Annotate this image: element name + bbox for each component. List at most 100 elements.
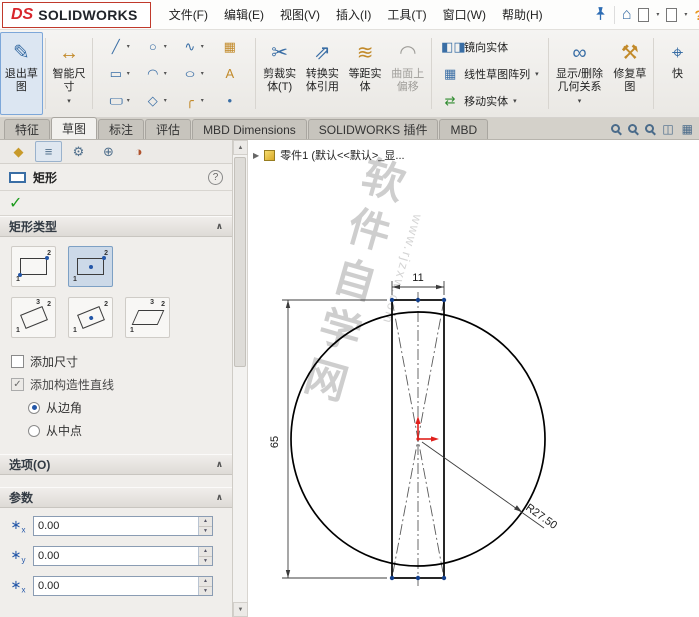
zoom-fit-icon[interactable]: [611, 124, 621, 133]
tab-mbd[interactable]: MBD: [439, 119, 489, 139]
open-document-icon[interactable]: [666, 7, 678, 22]
new-document-icon[interactable]: [638, 7, 650, 22]
add-construction-lines-checkbox[interactable]: ✓ 添加构造性直线: [0, 373, 232, 396]
dropdown-caret-icon[interactable]: ▾: [127, 97, 130, 104]
configuration-manager-tab[interactable]: ⚙: [65, 141, 92, 162]
menu-insert[interactable]: 插入(I): [328, 1, 379, 28]
spinner-control[interactable]: ▲ ▼: [198, 517, 212, 535]
sketch-point[interactable]: [441, 575, 447, 581]
smart-dimension-button[interactable]: ↔ 智能尺寸 ▾: [48, 32, 91, 115]
home-icon[interactable]: ⌂: [622, 6, 632, 23]
dropdown-caret-icon[interactable]: ▾: [127, 43, 130, 50]
spin-down-icon[interactable]: ▼: [199, 585, 212, 595]
width-dimension-text[interactable]: 11: [412, 272, 423, 284]
linear-sketch-pattern-button[interactable]: ▦ 线性草图阵列 ▾: [441, 62, 539, 85]
x2-coordinate-input[interactable]: ▲▼: [33, 576, 213, 596]
help-search-icon[interactable]: ?: [694, 7, 699, 23]
sketch-point[interactable]: [389, 575, 395, 581]
display-manager-tab[interactable]: ◑: [125, 141, 152, 162]
dropdown-caret-icon[interactable]: ▾: [578, 97, 582, 105]
height-dimension-text[interactable]: 65: [269, 436, 281, 448]
menu-tools[interactable]: 工具(T): [379, 1, 434, 28]
dropdown-caret-icon[interactable]: ▾: [164, 70, 167, 77]
fillet-tool-button[interactable]: ╭ ▾: [174, 87, 211, 114]
spin-up-icon[interactable]: ▲: [199, 577, 212, 586]
three-point-corner-rectangle-button[interactable]: 1 2 3: [11, 297, 56, 338]
tab-solidworks-addins[interactable]: SOLIDWORKS 插件: [307, 119, 439, 139]
rectangle-tool-button[interactable]: ▭ ▾: [100, 60, 137, 87]
checkbox-box[interactable]: ✓: [11, 378, 24, 391]
sketch-point[interactable]: [415, 575, 421, 581]
slot-tool-button[interactable]: ▢ ▾: [100, 87, 137, 114]
tab-sketch[interactable]: 草图: [51, 117, 98, 139]
arc-tool-button[interactable]: ◠ ▾: [137, 60, 174, 87]
menu-window[interactable]: 窗口(W): [435, 1, 494, 28]
new-document-dropdown-icon[interactable]: ▾: [656, 11, 659, 18]
spin-down-icon[interactable]: ▼: [199, 525, 212, 535]
center-rectangle-button[interactable]: 1 2: [68, 246, 113, 287]
add-dimensions-checkbox[interactable]: 添加尺寸: [0, 350, 232, 373]
y-coordinate-input[interactable]: ▲▼: [33, 546, 213, 566]
dropdown-caret-icon[interactable]: ▾: [535, 70, 539, 78]
dropdown-caret-icon[interactable]: ▾: [164, 97, 167, 104]
ellipse-tool-button[interactable]: ○ ▾: [174, 60, 211, 87]
help-icon[interactable]: ?: [208, 169, 223, 185]
dropdown-caret-icon[interactable]: ▾: [164, 43, 167, 50]
property-manager-tab[interactable]: ≡: [35, 141, 62, 162]
feature-manager-tab[interactable]: ◆: [5, 141, 32, 162]
circle-tool-button[interactable]: ○ ▾: [137, 33, 174, 60]
repair-sketch-button[interactable]: ⚒ 修复草图: [609, 32, 652, 115]
quick-snaps-button[interactable]: ⌖ 快: [656, 32, 699, 115]
display-style-icon[interactable]: ▦: [682, 122, 693, 136]
section-parameters[interactable]: 参数 ∧: [0, 487, 232, 508]
scrollbar-thumb[interactable]: [234, 157, 246, 367]
exit-sketch-button[interactable]: ✎ 退出草图: [0, 32, 43, 115]
open-document-dropdown-icon[interactable]: ▾: [684, 11, 687, 18]
surface-offset-button[interactable]: ◠ 曲面上偏移: [386, 32, 429, 115]
radio-button[interactable]: [28, 401, 40, 414]
menu-edit[interactable]: 编辑(E): [216, 1, 272, 28]
polygon-tool-button[interactable]: ◇ ▾: [137, 87, 174, 114]
dropdown-caret-icon[interactable]: ▾: [201, 43, 204, 50]
tab-evaluate[interactable]: 评估: [145, 119, 192, 139]
sketch-drawing[interactable]: 11 65 R27.50: [248, 140, 699, 617]
tab-annotation[interactable]: 标注: [98, 119, 145, 139]
graphics-area[interactable]: ▶ 零件1 (默认<<默认>_显... 软件自学网 www.rjzxw.com: [248, 140, 699, 617]
collapse-chevron-icon[interactable]: ∧: [216, 459, 223, 470]
panel-scrollbar[interactable]: ▲ ▼: [233, 140, 248, 617]
radio-button[interactable]: [28, 424, 40, 437]
spline-tool-button[interactable]: ∿ ▾: [174, 33, 211, 60]
sketch-pattern-tool-button[interactable]: ▦: [211, 33, 248, 60]
smart-dimension-dropdown-icon[interactable]: ▾: [67, 97, 71, 105]
menu-view[interactable]: 视图(V): [272, 1, 328, 28]
sketch-point[interactable]: [415, 297, 421, 303]
spin-down-icon[interactable]: ▼: [199, 555, 212, 565]
previous-view-icon[interactable]: [645, 124, 655, 133]
convert-entities-button[interactable]: ⇗ 转换实体引用: [301, 32, 344, 115]
parallelogram-button[interactable]: 1 2 3: [125, 297, 170, 338]
mirror-entities-button[interactable]: ◧◨ 镜向实体: [441, 35, 539, 58]
pin-menu-icon[interactable]: [594, 6, 607, 24]
checkbox-box[interactable]: [11, 355, 24, 368]
collapse-chevron-icon[interactable]: ∧: [216, 492, 223, 503]
section-rectangle-type[interactable]: 矩形类型 ∧: [0, 216, 232, 237]
spin-up-icon[interactable]: ▲: [199, 547, 212, 556]
menu-help[interactable]: 帮助(H): [494, 1, 551, 28]
solidworks-logo[interactable]: DS SOLIDWORKS: [2, 1, 151, 28]
scroll-down-icon[interactable]: ▼: [233, 602, 248, 617]
dropdown-caret-icon[interactable]: ▾: [127, 70, 130, 77]
text-tool-button[interactable]: A: [211, 60, 248, 87]
y-coordinate-field[interactable]: [34, 547, 198, 565]
feature-tree-root[interactable]: 零件1 (默认<<默认>_显...: [280, 147, 404, 163]
tab-mbd-dimensions[interactable]: MBD Dimensions: [192, 119, 307, 139]
tree-expand-arrow-icon[interactable]: ▶: [253, 151, 259, 160]
spin-up-icon[interactable]: ▲: [199, 517, 212, 526]
scroll-up-icon[interactable]: ▲: [233, 140, 248, 155]
radius-leader-line[interactable]: [421, 441, 545, 529]
point-tool-button[interactable]: •: [211, 87, 248, 114]
dimxpert-manager-tab[interactable]: ⊕: [95, 141, 122, 162]
from-midpoint-radio[interactable]: 从中点: [0, 419, 232, 442]
spinner-control[interactable]: ▲ ▼: [198, 547, 212, 565]
trim-entities-button[interactable]: ✂ 剪裁实体(T): [258, 32, 301, 115]
origin-point[interactable]: [416, 437, 420, 441]
